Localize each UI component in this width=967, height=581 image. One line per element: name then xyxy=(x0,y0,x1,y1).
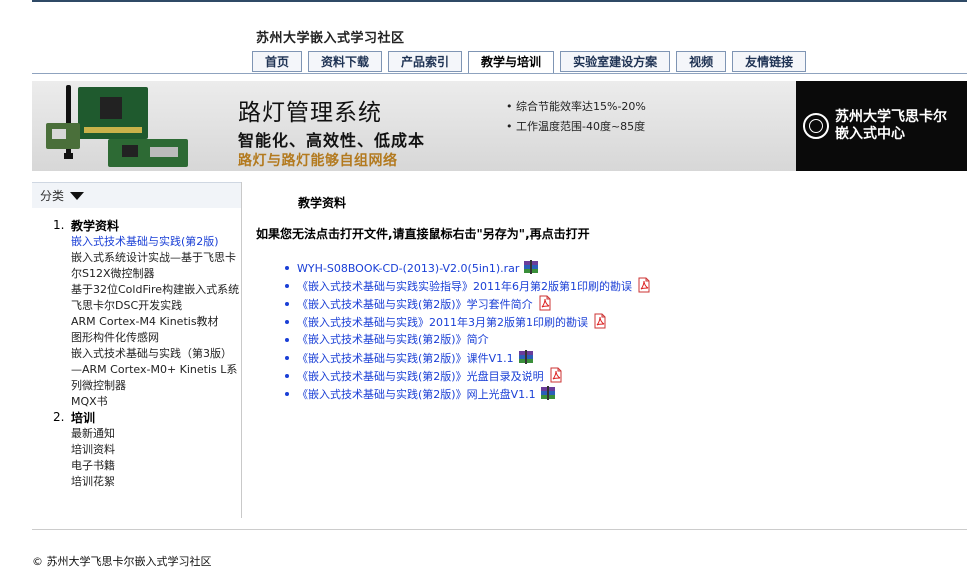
circuit-board-image xyxy=(46,85,188,167)
category-title[interactable]: 教学资料 xyxy=(71,218,241,234)
category-list: 1. 教学资料 嵌入式技术基础与实践(第2版) 嵌入式系统设计实战—基于飞思卡尔S12… xyxy=(32,218,241,490)
list-item: 《嵌入式技术基础与实践(第2版)》简介 xyxy=(256,331,956,349)
site-title: 苏州大学嵌入式学习社区 xyxy=(256,31,405,46)
list-item: 《嵌入式技术基础与实践实验指导》2011年6月第2版第1印刷的勘误 xyxy=(256,277,956,295)
main-content: 教学资料 如果您无法点击打开文件,请直接鼠标右击"另存为",再点击打开 WYH-… xyxy=(256,194,956,403)
university-seal-icon xyxy=(803,113,829,139)
pdf-icon[interactable] xyxy=(636,277,652,293)
document-link[interactable]: 《嵌入式技术基础与实践(第2版)》简介 xyxy=(297,333,489,346)
logo-line: 苏州大学飞思卡尔 xyxy=(835,109,947,125)
section-title: 教学资料 xyxy=(298,196,347,210)
pdf-icon[interactable] xyxy=(592,313,608,329)
sidebar-link[interactable]: ARM Cortex-M4 Kinetis教材 xyxy=(71,314,241,330)
list-item: 《嵌入式技术基础与实践(第2版)》学习套件简介 xyxy=(256,295,956,313)
document-link[interactable]: WYH-S08BOOK-CD-(2013)-V2.0(5in1).rar xyxy=(297,262,519,275)
top-rule xyxy=(32,0,967,2)
banner-subtitle: 智能化、高效性、低成本 xyxy=(238,131,426,150)
main-nav: 首页 资料下载 产品索引 教学与培训 实验室建设方案 视频 友情链接 xyxy=(252,51,812,74)
footer-divider xyxy=(32,529,967,530)
banner-title: 路灯管理系统 xyxy=(238,100,382,126)
banner-feature-list: 综合节能效率达15%-20% 工作温度范围-40度~85度 xyxy=(506,97,646,137)
list-item: WYH-S08BOOK-CD-(2013)-V2.0(5in1).rar xyxy=(256,259,956,277)
sidebar-link[interactable]: 培训花絮 xyxy=(71,474,241,490)
caret-down-icon[interactable] xyxy=(70,191,85,200)
nav-tab[interactable]: 视频 xyxy=(676,51,727,72)
pdf-icon[interactable] xyxy=(548,367,564,383)
category-sidebar: 分类 1. 教学资料 嵌入式技术基础与实践(第2版) 嵌入式系统设计实战—基于飞思卡尔… xyxy=(32,182,242,518)
sidebar-link[interactable]: 嵌入式技术基础与实践(第2版) xyxy=(71,234,241,250)
rar-archive-icon[interactable] xyxy=(518,349,534,365)
document-list: WYH-S08BOOK-CD-(2013)-V2.0(5in1).rar 《嵌入式… xyxy=(256,259,956,403)
document-link[interactable]: 《嵌入式技术基础与实践(第2版)》课件V1.1 xyxy=(297,352,514,365)
category-number: 2. xyxy=(53,410,65,424)
pdf-icon[interactable] xyxy=(537,295,553,311)
category-title[interactable]: 培训 xyxy=(71,410,241,426)
banner-feature: 综合节能效率达15%-20% xyxy=(506,97,646,117)
nav-tab[interactable]: 友情链接 xyxy=(732,51,807,72)
rar-archive-icon[interactable] xyxy=(540,385,556,401)
category-dropdown[interactable]: 分类 xyxy=(32,182,241,208)
logo-line: 嵌入式中心 xyxy=(835,126,905,142)
document-link[interactable]: 《嵌入式技术基础与实践实验指导》2011年6月第2版第1印刷的勘误 xyxy=(297,280,632,293)
banner[interactable]: 路灯管理系统 智能化、高效性、低成本 路灯与路灯能够自组网络 综合节能效率达15… xyxy=(32,81,967,171)
nav-tab[interactable]: 资料下载 xyxy=(308,51,383,72)
banner-feature: 工作温度范围-40度~85度 xyxy=(506,117,646,137)
banner-tagline: 路灯与路灯能够自组网络 xyxy=(238,153,398,169)
rar-archive-icon[interactable] xyxy=(523,259,539,275)
nav-underline xyxy=(32,73,967,74)
nav-tab[interactable]: 产品索引 xyxy=(388,51,463,72)
document-link[interactable]: 《嵌入式技术基础与实践》2011年3月第2版第1印刷的勘误 xyxy=(297,316,588,329)
sidebar-link[interactable]: MQX书 xyxy=(71,394,241,410)
list-item: 《嵌入式技术基础与实践(第2版)》网上光盘V1.1 xyxy=(256,385,956,403)
download-hint: 如果您无法点击打开文件,请直接鼠标右击"另存为",再点击打开 xyxy=(256,227,590,241)
sidebar-link[interactable]: 基于32位ColdFire构建嵌入式系统 xyxy=(71,282,241,298)
center-logo: 苏州大学飞思卡尔 嵌入式中心 xyxy=(796,81,967,171)
document-link[interactable]: 《嵌入式技术基础与实践(第2版)》光盘目录及说明 xyxy=(297,370,544,383)
sidebar-link[interactable]: 飞思卡尔DSC开发实践 xyxy=(71,298,241,314)
list-item: 《嵌入式技术基础与实践(第2版)》课件V1.1 xyxy=(256,349,956,367)
document-link[interactable]: 《嵌入式技术基础与实践(第2版)》网上光盘V1.1 xyxy=(297,388,536,401)
category-number: 1. xyxy=(53,218,65,232)
nav-tab[interactable]: 教学与培训 xyxy=(468,51,555,74)
sidebar-link[interactable]: 培训资料 xyxy=(71,442,241,458)
footer-copyright: © 苏州大学飞思卡尔嵌入式学习社区 xyxy=(32,555,212,568)
sidebar-link[interactable]: 嵌入式系统设计实战—基于飞思卡尔S12X微控制器 xyxy=(71,250,241,282)
category-group: 2. 培训 最新通知 培训资料 电子书籍 培训花絮 xyxy=(32,410,241,490)
sidebar-link[interactable]: 嵌入式技术基础与实践（第3版）—ARM Cortex-M0+ Kinetis L… xyxy=(71,346,241,394)
list-item: 《嵌入式技术基础与实践》2011年3月第2版第1印刷的勘误 xyxy=(256,313,956,331)
nav-tab[interactable]: 首页 xyxy=(252,51,303,72)
nav-tab[interactable]: 实验室建设方案 xyxy=(560,51,671,72)
sidebar-link[interactable]: 电子书籍 xyxy=(71,458,241,474)
list-item: 《嵌入式技术基础与实践(第2版)》光盘目录及说明 xyxy=(256,367,956,385)
sidebar-link[interactable]: 图形构件化传感网 xyxy=(71,330,241,346)
sidebar-link[interactable]: 最新通知 xyxy=(71,426,241,442)
center-logo-text: 苏州大学飞思卡尔 嵌入式中心 xyxy=(835,109,947,143)
category-dropdown-label: 分类 xyxy=(40,188,65,203)
document-link[interactable]: 《嵌入式技术基础与实践(第2版)》学习套件简介 xyxy=(297,298,533,311)
category-group: 1. 教学资料 嵌入式技术基础与实践(第2版) 嵌入式系统设计实战—基于飞思卡尔S12… xyxy=(32,218,241,410)
